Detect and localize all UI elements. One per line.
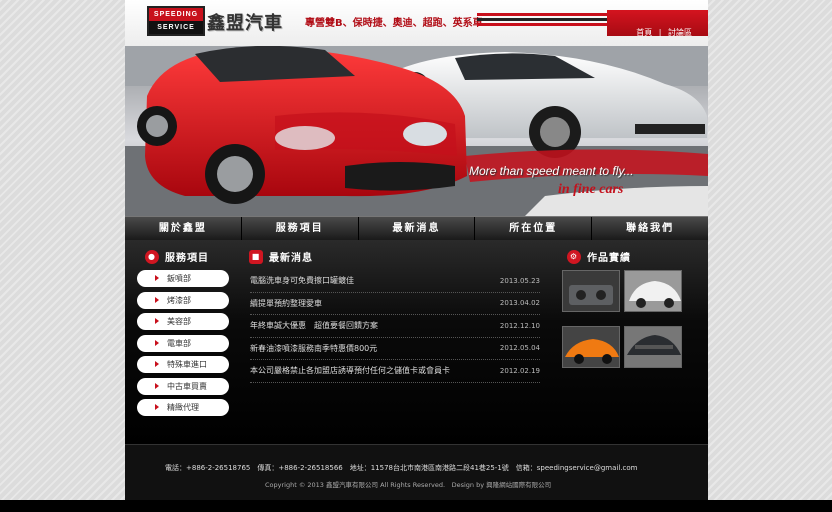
window-bottom-bar — [0, 500, 832, 512]
news-icon: ■ — [249, 249, 263, 264]
arrow-right-icon — [155, 275, 159, 281]
services-list: 鈑噴部 烤漆部 美容部 電車部 特殊車進口 中古車買賣 精緻代理 — [137, 270, 229, 421]
page: SPEEDING SERVICE 鑫盟汽車 專營雙B、保時捷、奧迪、超跑、英系車… — [125, 0, 708, 500]
news-item[interactable]: 本公司嚴格禁止各加盟店誘導預付任何之儲值卡或會員卡 2012.02.19 — [250, 360, 540, 383]
arrow-right-icon — [155, 318, 159, 324]
work-thumbnail[interactable] — [562, 326, 620, 368]
service-item-electrical[interactable]: 電車部 — [137, 334, 229, 352]
works-heading: ⚙ 作品實績 — [567, 249, 631, 264]
banner-tagline-red: in fine cars — [558, 182, 624, 197]
news-title: 最新消息 — [269, 253, 313, 264]
service-item-import[interactable]: 特殊車進口 — [137, 356, 229, 373]
nav-news[interactable]: 最新消息 — [359, 217, 476, 240]
main-content: ● 服務項目 鈑噴部 烤漆部 美容部 電車部 特殊車進口 中古車買賣 精緻代理 … — [125, 240, 708, 444]
site-footer: 電話：+886-2-26518765 傳真：+886-2-26518566 地址… — [125, 444, 708, 500]
link-divider: | — [658, 28, 662, 37]
brand-name: 鑫盟汽車 — [207, 13, 283, 34]
news-list: 電腦洗車身可免費擦口罐鍍佳 2013.05.23 續提單預約整理愛車 2013.04… — [250, 270, 540, 383]
work-thumbnail[interactable] — [624, 326, 682, 368]
hero-banner: More than speed meant to fly... in fine … — [125, 46, 708, 216]
arrow-right-icon — [155, 382, 159, 389]
nav-services[interactable]: 服務項目 — [242, 217, 359, 240]
works-gallery — [562, 270, 690, 382]
news-item[interactable]: 年終車誠大優惠 超值要餐回饋方案 2012.12.10 — [250, 315, 540, 338]
news-item[interactable]: 電腦洗車身可免費擦口罐鍍佳 2013.05.23 — [250, 270, 540, 293]
nav-location[interactable]: 所在位置 — [475, 217, 593, 240]
service-item-paint[interactable]: 烤漆部 — [137, 291, 229, 309]
site-header: SPEEDING SERVICE 鑫盟汽車 專營雙B、保時捷、奧迪、超跑、英系車… — [125, 0, 708, 46]
gear-icon: ⚙ — [567, 249, 581, 264]
banner-tagline: More than speed meant to fly... — [469, 164, 634, 178]
work-thumbnail[interactable] — [624, 270, 682, 312]
service-item-used-cars[interactable]: 中古車買賣 — [137, 377, 229, 395]
service-item-body-paint[interactable]: 鈑噴部 — [137, 270, 229, 287]
main-nav: 關於鑫盟 服務項目 最新消息 所在位置 聯絡我們 — [125, 216, 708, 240]
arrow-right-icon — [155, 361, 159, 367]
arrow-right-icon — [155, 296, 159, 303]
footer-copyright: Copyright © 2013 鑫盟汽車有限公司 All Rights Res… — [265, 481, 552, 489]
works-title: 作品實績 — [587, 253, 631, 264]
home-link[interactable]: 首頁 — [636, 28, 652, 37]
arrow-right-icon — [155, 339, 159, 346]
services-heading: ● 服務項目 — [145, 249, 209, 264]
nav-contact[interactable]: 聯絡我們 — [592, 217, 708, 240]
slogan: 專營雙B、保時捷、奧迪、超跑、英系車 — [305, 18, 483, 29]
forum-link[interactable]: 討論區 — [668, 28, 692, 37]
site-logo[interactable]: SPEEDING SERVICE — [147, 6, 205, 36]
service-item-detailing[interactable]: 美容部 — [137, 313, 229, 330]
location-pin-icon: ● — [145, 249, 159, 264]
logo-top-text: SPEEDING — [149, 8, 203, 21]
nav-about[interactable]: 關於鑫盟 — [125, 217, 242, 240]
header-link-tab: 首頁 | 討論區 — [607, 10, 708, 37]
service-item-agency[interactable]: 精緻代理 — [137, 399, 229, 416]
logo-bottom-text: SERVICE — [149, 21, 203, 34]
news-item[interactable]: 新春油漆噴漆服務南季特惠價800元 2012.05.04 — [250, 338, 540, 360]
services-title: 服務項目 — [165, 253, 209, 264]
news-item[interactable]: 續提單預約整理愛車 2013.04.02 — [250, 293, 540, 315]
news-heading: ■ 最新消息 — [249, 249, 313, 264]
work-thumbnail[interactable] — [562, 270, 620, 312]
arrow-right-icon — [155, 404, 159, 410]
footer-contact: 電話：+886-2-26518765 傳真：+886-2-26518566 地址… — [165, 464, 638, 472]
header-stripes — [477, 13, 607, 30]
